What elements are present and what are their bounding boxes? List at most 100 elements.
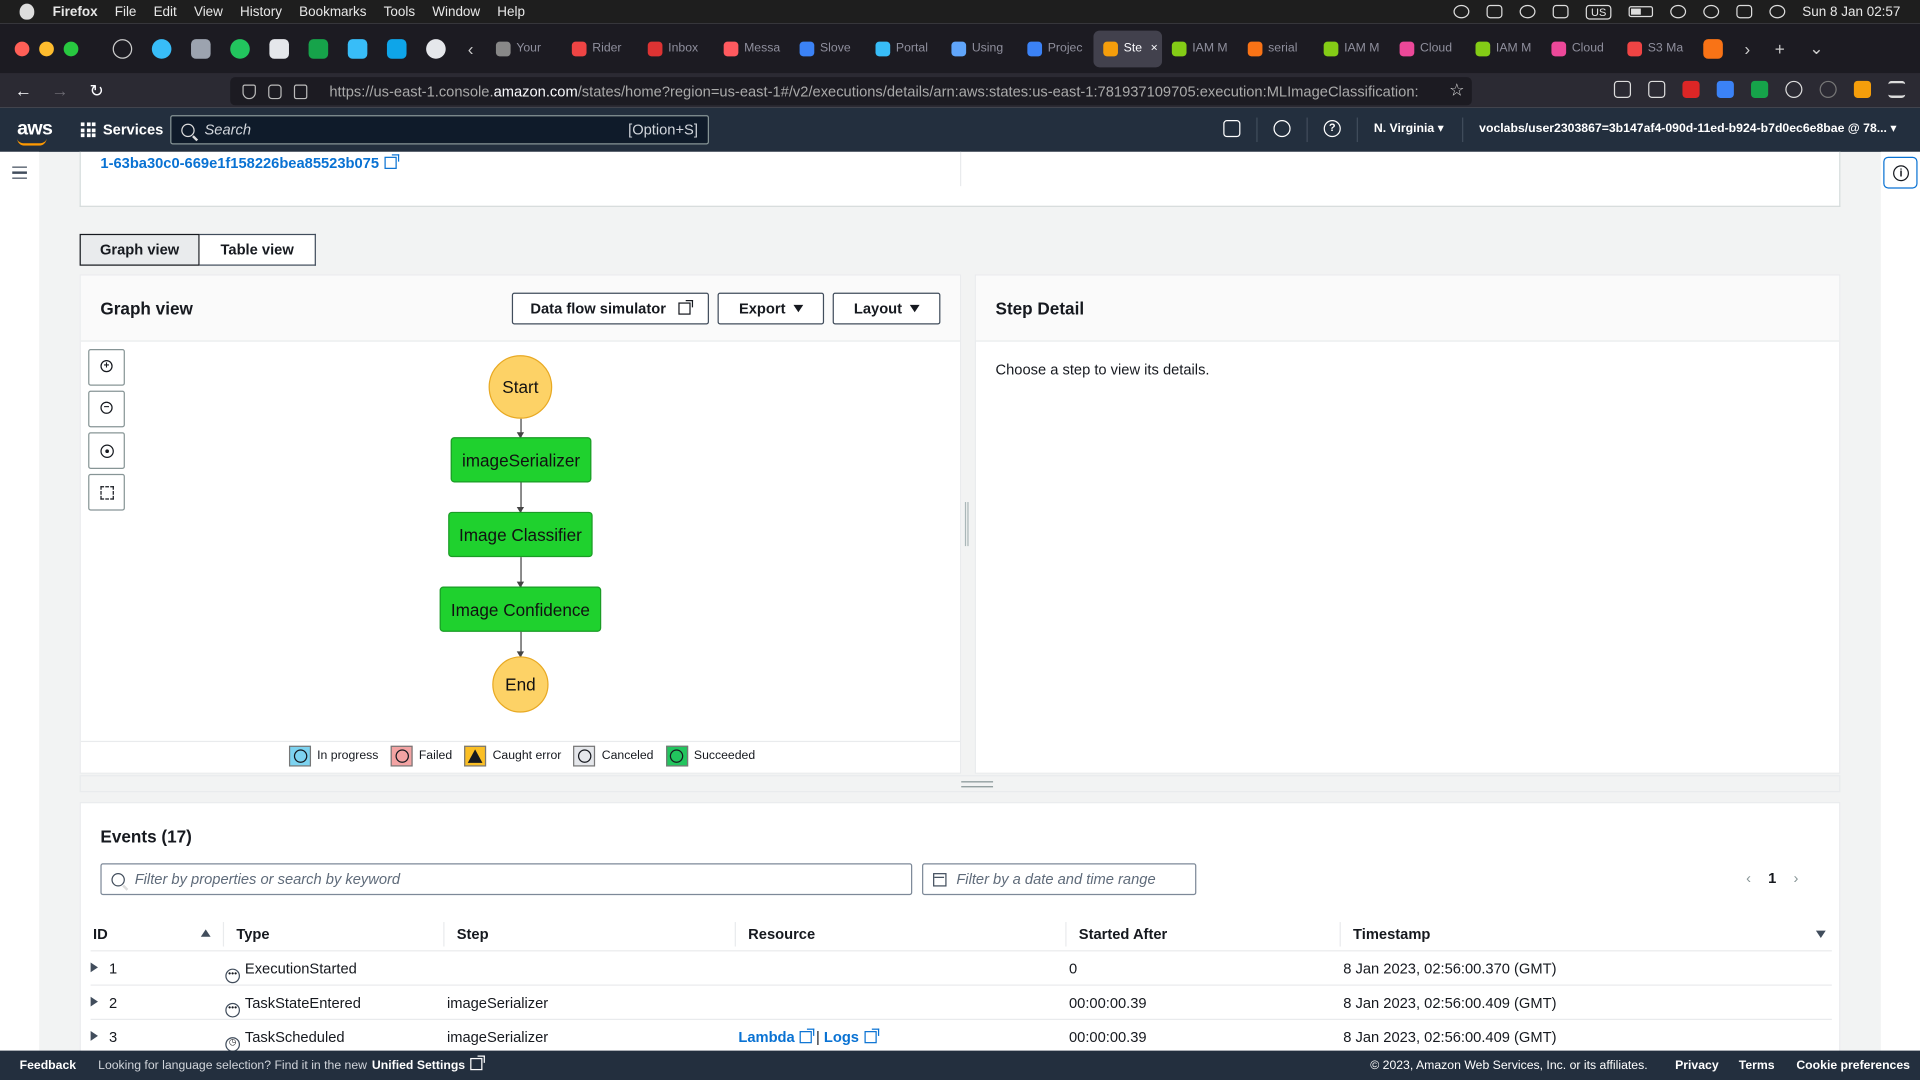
export-dropdown-button[interactable]: Export xyxy=(717,292,825,325)
extension-orange-icon[interactable] xyxy=(1853,80,1872,98)
input-source-indicator[interactable]: US xyxy=(1586,4,1612,19)
tab-graph-view[interactable]: Graph view xyxy=(79,233,200,266)
apple-icon[interactable] xyxy=(19,3,35,20)
column-header-resource[interactable]: Resource xyxy=(734,922,1066,947)
feedback-link[interactable]: Feedback xyxy=(20,1059,76,1072)
tab[interactable]: serial xyxy=(1238,30,1314,67)
services-menu-button[interactable]: Services xyxy=(80,121,163,138)
tracking-shield-icon[interactable] xyxy=(242,83,256,99)
menu-view[interactable]: View xyxy=(194,4,223,19)
siri-icon[interactable] xyxy=(1769,4,1786,19)
fit-to-screen-button[interactable] xyxy=(88,473,125,511)
extension-blue-icon[interactable] xyxy=(1716,80,1734,98)
expand-row-caret-icon[interactable] xyxy=(90,996,98,1007)
cookie-preferences-link[interactable]: Cookie preferences xyxy=(1796,1059,1910,1072)
tab[interactable]: Inbox xyxy=(638,30,714,67)
data-flow-simulator-button[interactable]: Data flow simulator xyxy=(511,292,709,325)
zoom-window-icon[interactable] xyxy=(63,41,79,56)
tab[interactable]: Cloud xyxy=(1389,30,1465,67)
shield-status-icon[interactable] xyxy=(1486,4,1503,19)
new-tab-icon[interactable]: + xyxy=(1775,39,1785,59)
tab[interactable]: Messa xyxy=(713,30,789,67)
date-range-filter[interactable]: Filter by a date and time range xyxy=(922,863,1197,896)
tab[interactable]: IAM M xyxy=(1465,30,1541,67)
node-image-confidence[interactable]: Image Confidence xyxy=(439,586,602,632)
pinned-tab-chrome-icon[interactable] xyxy=(426,38,446,59)
table-row[interactable]: 3 ◷ TaskScheduled imageSerializer Lambda … xyxy=(90,1020,1832,1055)
layout-dropdown-button[interactable]: Layout xyxy=(832,292,941,325)
table-row[interactable]: 1 ••• ExecutionStarted 0 8 Jan 2023, 02:5… xyxy=(90,951,1832,986)
column-header-started-after[interactable]: Started After xyxy=(1065,922,1339,947)
vertical-resize-handle[interactable] xyxy=(964,502,969,547)
list-tabs-chevron-down-icon[interactable]: ⌄ xyxy=(1809,38,1823,59)
aws-search-input[interactable]: Search [Option+S] xyxy=(170,115,709,145)
tab[interactable]: IAM M xyxy=(1162,30,1238,67)
aws-logo[interactable]: aws xyxy=(17,119,53,146)
pinned-tab-flag-icon[interactable] xyxy=(386,38,407,59)
reload-icon[interactable]: ↻ xyxy=(78,80,115,101)
menu-file[interactable]: File xyxy=(115,4,137,19)
tab-active[interactable]: Ste × xyxy=(1093,30,1162,67)
node-start[interactable]: Start xyxy=(488,355,553,419)
notifications-bell-icon[interactable] xyxy=(1273,120,1291,138)
pinned-tab-grammarly-icon[interactable] xyxy=(230,38,250,59)
play-icon[interactable] xyxy=(1520,4,1536,19)
tab[interactable]: Projec xyxy=(1017,30,1093,67)
zoom-in-button[interactable]: + xyxy=(88,348,125,386)
expand-row-caret-icon[interactable] xyxy=(90,1031,98,1041)
menu-app[interactable]: Firefox xyxy=(53,4,98,19)
table-row[interactable]: 2 ••• TaskStateEntered imageSerializer 00… xyxy=(90,986,1832,1021)
extension-c-icon[interactable] xyxy=(1819,80,1837,98)
tab[interactable]: Your xyxy=(486,30,562,67)
lock-icon[interactable] xyxy=(268,83,282,99)
center-graph-button[interactable] xyxy=(88,432,125,469)
pinned-tab-notion-icon[interactable] xyxy=(269,38,289,59)
tab[interactable]: Using xyxy=(941,30,1017,67)
zoom-out-button[interactable]: − xyxy=(88,390,125,428)
lambda-link[interactable]: Lambda xyxy=(738,1028,815,1046)
tab[interactable]: IAM M xyxy=(1313,30,1389,67)
expand-row-caret-icon[interactable] xyxy=(90,962,98,973)
wifi-icon[interactable] xyxy=(1670,4,1686,19)
pinned-tab-feather-icon[interactable] xyxy=(191,38,211,59)
node-end[interactable]: End xyxy=(492,656,549,713)
pinned-tab-gear-icon[interactable] xyxy=(151,38,172,59)
tab[interactable]: Portal xyxy=(865,30,941,67)
execution-id-link[interactable]: 1-63ba30c0-669e1f158226bea85523b075 xyxy=(100,154,399,171)
column-settings-caret-icon[interactable] xyxy=(1815,930,1826,938)
tab[interactable]: S3 Ma xyxy=(1617,30,1693,67)
forward-icon[interactable]: → xyxy=(42,81,79,101)
close-window-icon[interactable] xyxy=(14,41,30,56)
horizontal-resize-handle[interactable] xyxy=(79,775,1841,793)
extension-red-icon[interactable] xyxy=(1682,80,1700,98)
tab[interactable]: Cloud xyxy=(1541,30,1617,67)
menu-bookmarks[interactable]: Bookmarks xyxy=(299,4,366,19)
menu-tools[interactable]: Tools xyxy=(384,4,415,19)
menu-edit[interactable]: Edit xyxy=(154,4,177,19)
spotlight-icon[interactable] xyxy=(1703,4,1720,19)
tab[interactable]: Slove xyxy=(789,30,865,67)
tab[interactable]: Rider xyxy=(562,30,638,67)
cast-icon[interactable] xyxy=(1453,4,1470,19)
pinned-tab-portal-icon[interactable] xyxy=(347,38,368,59)
close-tab-icon[interactable]: × xyxy=(1151,42,1158,55)
hamburger-menu-icon[interactable] xyxy=(12,166,27,179)
tab-table-view[interactable]: Table view xyxy=(199,233,316,266)
column-header-type[interactable]: Type xyxy=(222,922,443,947)
terms-link[interactable]: Terms xyxy=(1739,1059,1775,1072)
node-image-classifier[interactable]: Image Classifier xyxy=(448,511,593,558)
downloads-icon[interactable] xyxy=(1648,80,1666,98)
node-imageSerializer[interactable]: imageSerializer xyxy=(450,437,592,483)
bookmark-star-icon[interactable]: ☆ xyxy=(1449,80,1464,101)
region-selector[interactable]: N. Virginia ▾ xyxy=(1374,122,1444,135)
tab-overflow-favicon-icon[interactable] xyxy=(1702,38,1723,59)
menu-help[interactable]: Help xyxy=(497,4,525,19)
battery-icon[interactable] xyxy=(1628,6,1653,18)
pinned-tab-sheets-icon[interactable] xyxy=(308,38,329,59)
tabs-scroll-right-icon[interactable]: › xyxy=(1744,39,1750,59)
back-icon[interactable]: ← xyxy=(5,81,42,101)
url-bar[interactable]: https://us-east-1.console.amazon.com/sta… xyxy=(230,77,1472,106)
pocket-icon[interactable] xyxy=(1613,80,1632,98)
bluetooth-icon[interactable] xyxy=(1553,4,1570,19)
extension-mask-icon[interactable] xyxy=(1785,80,1803,98)
